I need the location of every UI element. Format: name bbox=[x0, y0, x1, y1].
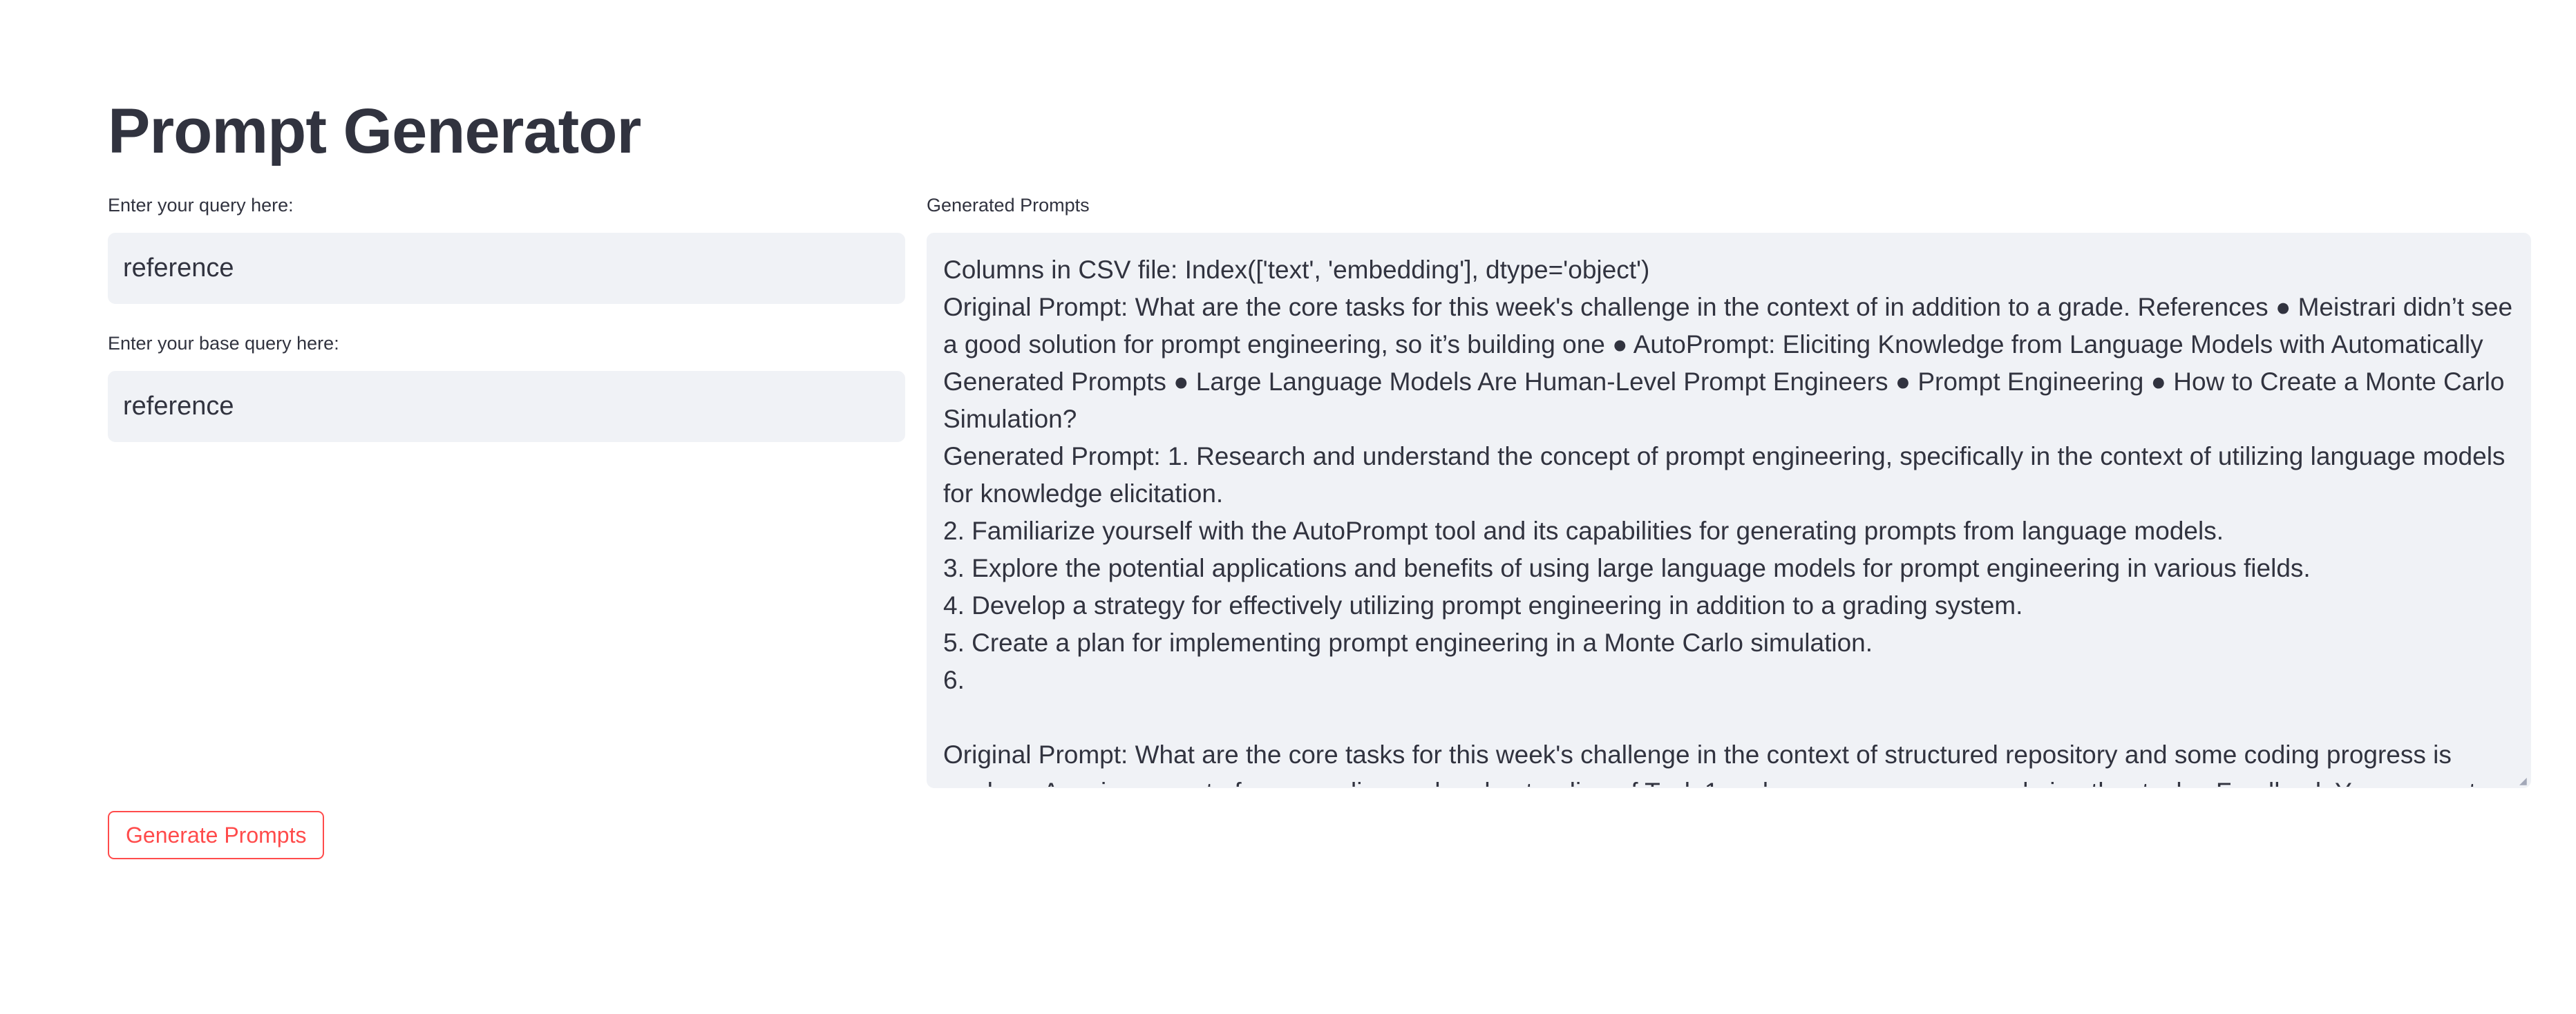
query-input[interactable] bbox=[108, 233, 905, 304]
base-query-label: Enter your base query here: bbox=[108, 333, 339, 354]
base-query-input[interactable] bbox=[108, 371, 905, 442]
query-label: Enter your query here: bbox=[108, 195, 294, 216]
app-root: Prompt Generator Enter your query here: … bbox=[0, 0, 2576, 1014]
resize-grip-icon[interactable]: ◢ bbox=[2519, 776, 2528, 785]
page-title: Prompt Generator bbox=[108, 96, 641, 166]
generate-prompts-button[interactable]: Generate Prompts bbox=[108, 811, 325, 859]
generated-prompts-textarea[interactable]: Columns in CSV file: Index(['text', 'emb… bbox=[927, 233, 2531, 788]
generated-prompts-label: Generated Prompts bbox=[927, 195, 1090, 216]
